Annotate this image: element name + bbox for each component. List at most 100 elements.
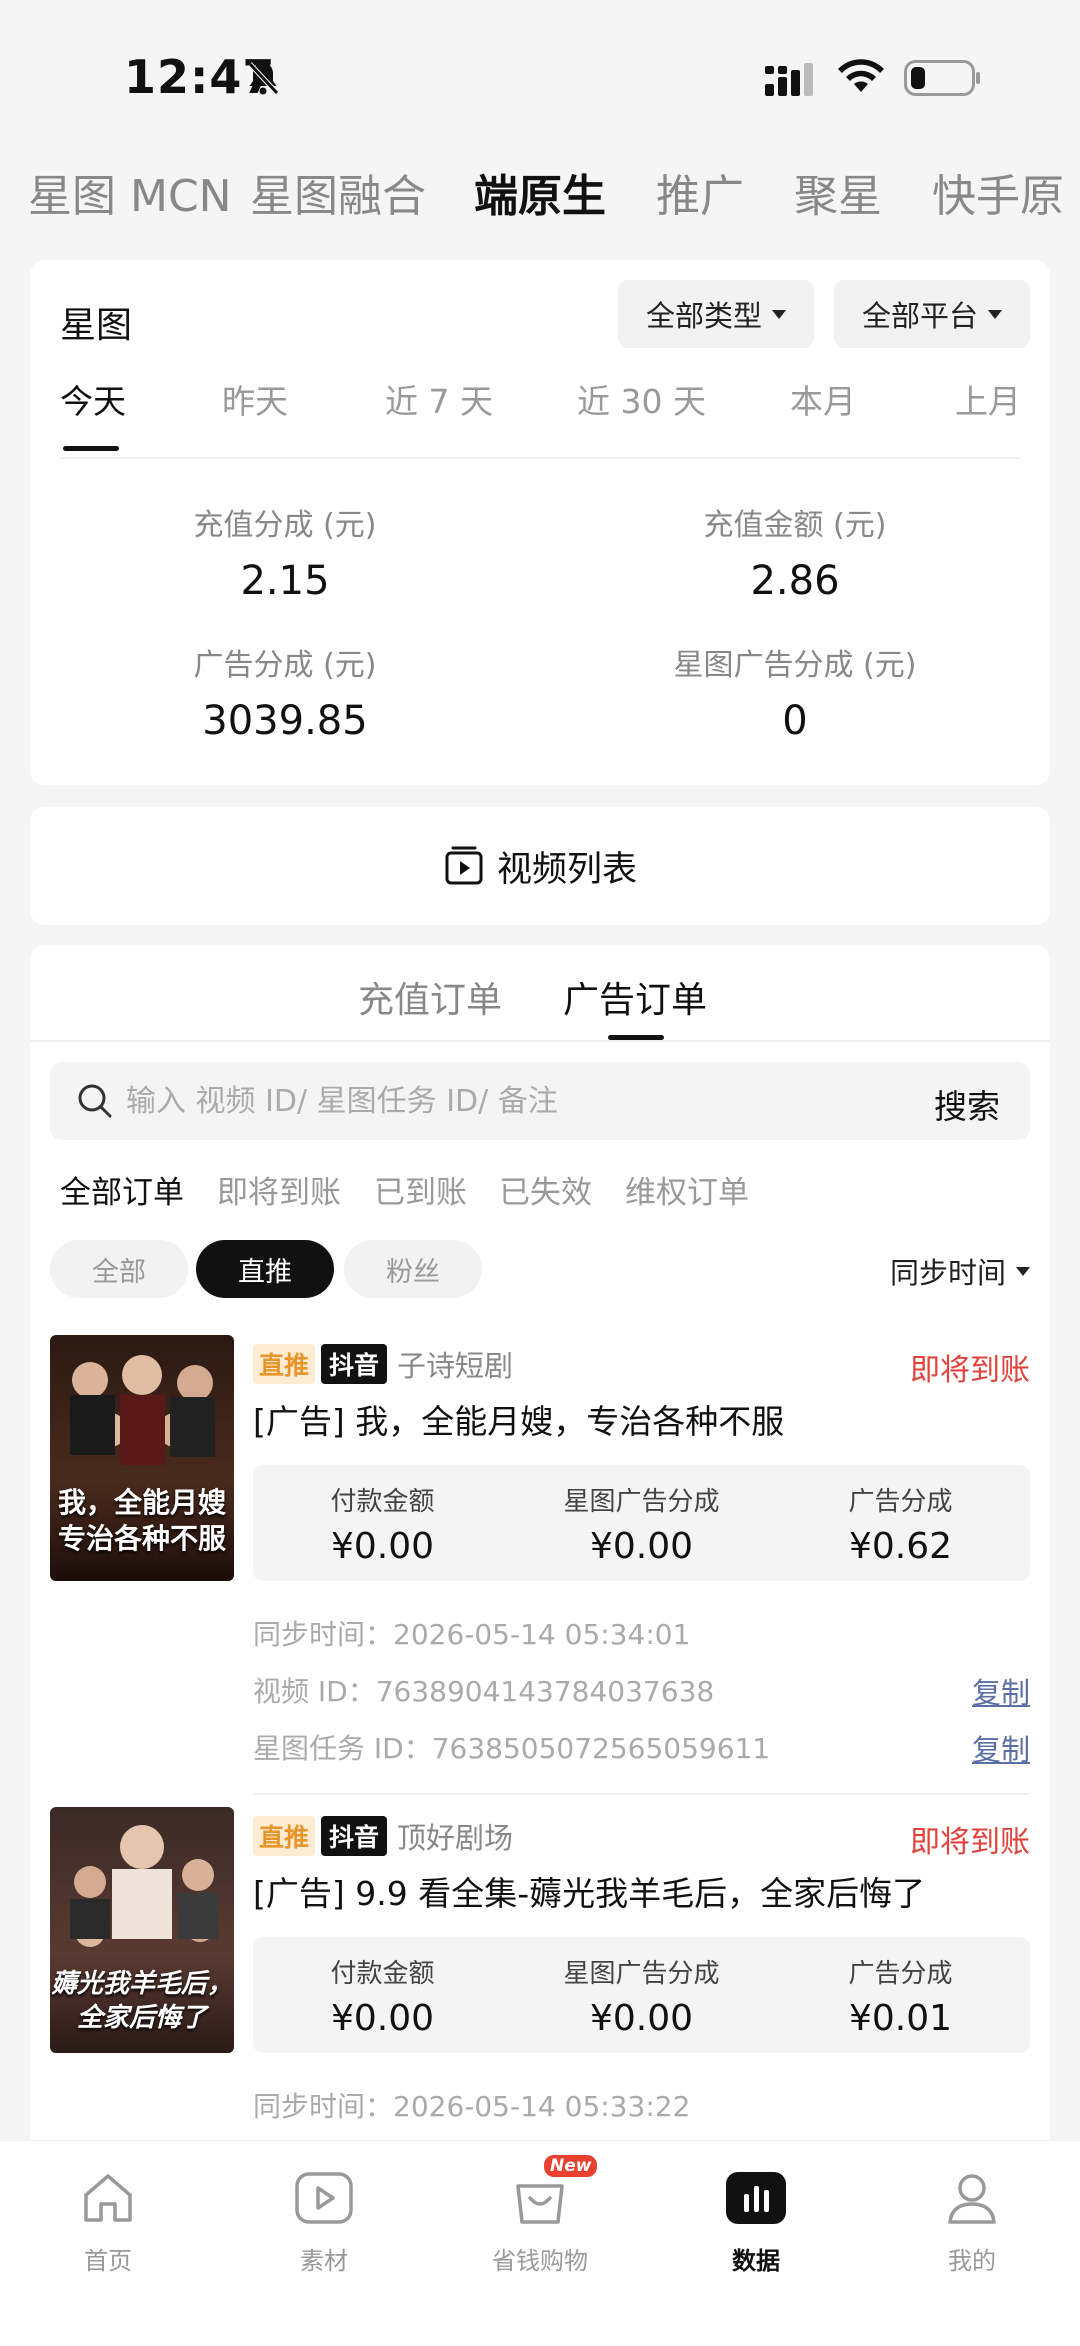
summary-title: 星图	[60, 305, 133, 346]
top-tab-juxing[interactable]: 聚星	[794, 160, 882, 224]
top-tab-native[interactable]: 端原生	[474, 160, 606, 224]
nav-label: 省钱购物	[492, 2247, 588, 2275]
video-id: 视频 ID：7638904143784037638	[253, 1675, 715, 1708]
tab-recharge-orders[interactable]: 充值订单	[358, 971, 502, 1023]
order-item: 我，全能月嫂 专治各种不服 直推 抖音 子诗短剧 即将到账 [广告] 我，全能月…	[30, 1335, 1050, 1805]
nav-label: 素材	[300, 2247, 348, 2275]
stat-label: 充值金额 (元)	[703, 508, 887, 543]
amount-xingtu-share: 星图广告分成 ¥0.00	[563, 1959, 720, 2039]
order-source: 顶好剧场	[397, 1821, 514, 1855]
sync-time: 同步时间：2026-05-14 05:34:01	[253, 1618, 691, 1651]
top-tab-promotion[interactable]: 推广	[656, 160, 744, 224]
nav-label: 我的	[948, 2247, 996, 2275]
stat-value: 3039.85	[202, 698, 368, 744]
nav-materials[interactable]: 素材	[254, 2161, 394, 2276]
platform-filter-label: 全部平台	[862, 299, 979, 333]
shopping-bag-icon	[516, 2184, 564, 2224]
order-tags: 直推 抖音 顶好剧场	[253, 1815, 513, 1857]
type-filter-dropdown[interactable]: 全部类型	[618, 280, 815, 348]
video-list-icon	[445, 846, 483, 885]
search-button[interactable]: 搜索	[934, 1080, 1000, 1128]
date-tab-30days[interactable]: 近 30 天	[577, 375, 706, 423]
stat-value: 2.15	[240, 558, 330, 604]
nav-label: 数据	[732, 2247, 780, 2275]
type-filter-label: 全部类型	[646, 299, 763, 333]
date-tab-last-month[interactable]: 上月	[955, 375, 1021, 423]
chip-direct[interactable]: 直推	[196, 1240, 334, 1298]
caret-down-icon	[772, 309, 787, 319]
orders-section: 充值订单 广告订单 搜索 全部订单 即将到账 已到账 已失效 维权订单 全部 直…	[30, 945, 1050, 2195]
order-status-filters: 全部订单 即将到账 已到账 已失效 维权订单	[30, 1167, 1050, 1227]
tag-platform: 抖音	[321, 1816, 388, 1856]
stat-ad-share: 广告分成 (元) 3039.85	[30, 640, 540, 744]
divider	[253, 1793, 1030, 1795]
video-list-button[interactable]: 视频列表	[30, 807, 1050, 925]
poster-caption: 我，全能月嫂 专治各种不服	[57, 1486, 226, 1555]
battery-icon	[904, 60, 980, 96]
stat-label: 充值分成 (元)	[193, 508, 377, 543]
date-tab-today[interactable]: 今天	[60, 375, 126, 423]
chip-all[interactable]: 全部	[50, 1240, 188, 1298]
top-tab-xingtu-fusion[interactable]: 星图融合	[250, 160, 426, 224]
nav-data[interactable]: 数据	[686, 2161, 826, 2276]
top-category-tabs: 星图 MCN 星图融合 端原生 推广 聚星 快手原	[0, 150, 1080, 270]
earnings-summary-card: 星图 全部类型 全部平台 今天 昨天 近 7 天 近 30 天 本月 上月 充值…	[30, 260, 1050, 785]
date-range-tabs: 今天 昨天 近 7 天 近 30 天 本月 上月	[30, 375, 1050, 455]
status-filter-expired[interactable]: 已失效	[499, 1167, 592, 1212]
top-tab-kuaishou[interactable]: 快手原	[932, 160, 1064, 224]
status-filter-received[interactable]: 已到账	[374, 1167, 467, 1212]
wifi-icon	[838, 59, 884, 92]
bar-chart-icon	[726, 2172, 786, 2224]
order-title[interactable]: [广告] 我，全能月嫂，专治各种不服	[253, 1395, 784, 1443]
amount-payment: 付款金额 ¥0.00	[330, 1959, 435, 2039]
top-tab-xingtu-mcn[interactable]: 星图 MCN	[28, 160, 232, 224]
nav-shopping[interactable]: New 省钱购物	[470, 2155, 610, 2276]
search-bar: 搜索	[50, 1062, 1030, 1140]
date-tab-indicator	[63, 446, 119, 451]
status-filter-all[interactable]: 全部订单	[60, 1167, 184, 1212]
order-amounts: 付款金额 ¥0.00 星图广告分成 ¥0.00 广告分成 ¥0.62	[253, 1465, 1030, 1581]
order-tags: 直推 抖音 子诗短剧	[253, 1343, 513, 1385]
amount-xingtu-share: 星图广告分成 ¥0.00	[563, 1487, 720, 1567]
order-status: 即将到账	[910, 1353, 1030, 1388]
sort-label: 同步时间	[889, 1256, 1006, 1290]
poster-caption: 薅光我羊毛后， 全家后悔了	[50, 1969, 233, 2033]
order-title[interactable]: [广告] 9.9 看全集-薅光我羊毛后，全家后悔了	[253, 1867, 925, 1915]
date-tab-this-month[interactable]: 本月	[790, 375, 856, 423]
stat-value: 2.86	[750, 558, 840, 604]
video-list-label: 视频列表	[496, 849, 637, 890]
order-status: 即将到账	[910, 1825, 1030, 1860]
chip-fans[interactable]: 粉丝	[344, 1240, 482, 1298]
nav-profile[interactable]: 我的	[902, 2161, 1042, 2276]
search-input[interactable]	[126, 1074, 846, 1128]
date-tab-7days[interactable]: 近 7 天	[385, 375, 493, 423]
new-badge: New	[544, 2155, 598, 2177]
copy-video-id-button[interactable]: 复制	[972, 1670, 1030, 1712]
tag-platform: 抖音	[321, 1344, 388, 1384]
amount-payment: 付款金额 ¥0.00	[330, 1487, 435, 1567]
stat-recharge-amount: 充值金额 (元) 2.86	[540, 500, 1050, 604]
amount-ad-share: 广告分成 ¥0.62	[848, 1487, 953, 1567]
date-tab-yesterday[interactable]: 昨天	[222, 375, 288, 423]
sync-time-sort[interactable]: 同步时间	[890, 1250, 1030, 1292]
caret-down-icon	[1016, 1266, 1030, 1276]
order-type-tabs: 充值订单 广告订单	[30, 945, 1050, 1040]
user-icon	[948, 2174, 996, 2224]
stat-label: 星图广告分成 (元)	[673, 648, 917, 683]
task-id: 星图任务 ID：7638505072565059611	[253, 1732, 771, 1765]
platform-filter-dropdown[interactable]: 全部平台	[834, 280, 1031, 348]
amount-ad-share: 广告分成 ¥0.01	[848, 1959, 953, 2039]
copy-task-id-button[interactable]: 复制	[972, 1727, 1030, 1769]
status-filter-pending[interactable]: 即将到账	[217, 1167, 341, 1212]
status-filter-dispute[interactable]: 维权订单	[625, 1167, 749, 1212]
nav-home[interactable]: 首页	[38, 2161, 178, 2276]
caret-down-icon	[988, 309, 1003, 319]
tag-direct: 直推	[253, 1344, 316, 1384]
order-source: 子诗短剧	[397, 1349, 514, 1383]
order-amounts: 付款金额 ¥0.00 星图广告分成 ¥0.00 广告分成 ¥0.01	[253, 1937, 1030, 2053]
divider	[60, 457, 1020, 459]
stat-recharge-share: 充值分成 (元) 2.15	[30, 500, 540, 604]
nav-label: 首页	[84, 2247, 132, 2275]
search-icon	[78, 1084, 112, 1118]
tab-ad-orders[interactable]: 广告订单	[563, 971, 707, 1023]
